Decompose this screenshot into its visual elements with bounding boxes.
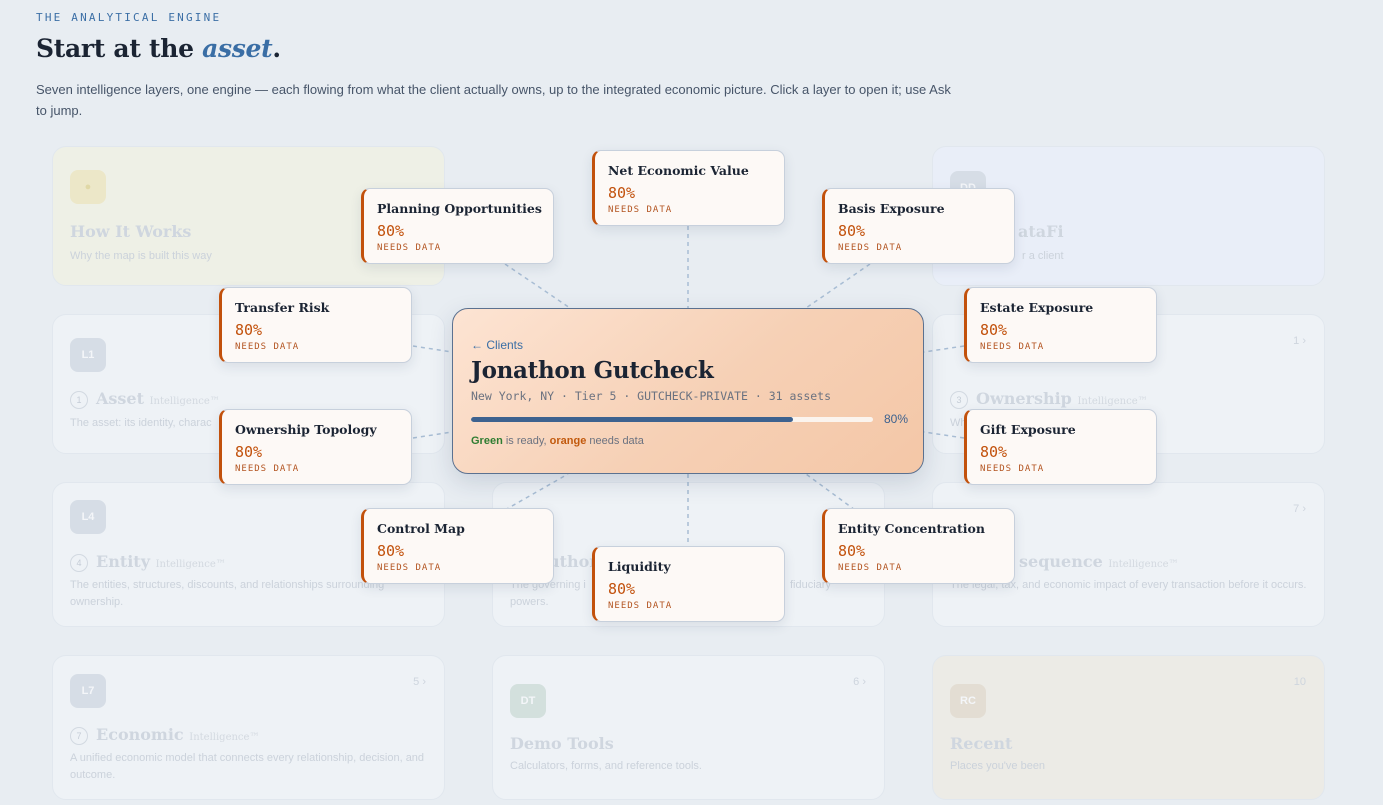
layer-percent: 80% [235,443,263,461]
layer-name: Transfer Risk [235,300,330,315]
connector-ownership-topology [412,431,453,439]
connector-planning-opportunities [504,263,571,309]
connector-basis-exposure [805,263,871,309]
layer-card-transfer-risk[interactable]: Transfer Risk 80% NEEDS DATA [219,287,412,363]
connector-control-map [504,473,569,511]
readiness-progress-fill [471,417,793,422]
layer-percent: 80% [980,443,1008,461]
layer-card-estate-exposure[interactable]: Estate Exposure 80% NEEDS DATA [964,287,1157,363]
layer-name: Net Economic Value [608,163,749,178]
readiness-progress-bar [471,417,873,422]
layer-card-gift-exposure[interactable]: Gift Exposure 80% NEEDS DATA [964,409,1157,485]
layer-status: NEEDS DATA [838,243,903,253]
layer-percent: 80% [608,184,636,202]
client-name: Jonathon Gutcheck [471,357,714,384]
layer-card-net-economic-value[interactable]: Net Economic Value 80% NEEDS DATA [592,150,785,226]
connector-estate-exposure [923,345,965,353]
layer-card-planning-opportunities[interactable]: Planning Opportunities 80% NEEDS DATA [361,188,554,264]
client-summary-card: ← Clients Jonathon Gutcheck New York, NY… [452,308,924,474]
layer-status: NEEDS DATA [608,601,673,611]
connector-transfer-risk [412,345,453,353]
layer-status: NEEDS DATA [235,464,300,474]
layer-percent: 80% [608,580,636,598]
layer-name: Liquidity [608,559,671,574]
layer-status: NEEDS DATA [377,563,442,573]
layer-status: NEEDS DATA [980,464,1045,474]
layer-name: Ownership Topology [235,422,377,437]
layer-card-control-map[interactable]: Control Map 80% NEEDS DATA [361,508,554,584]
layer-name: Gift Exposure [980,422,1076,437]
layer-card-entity-concentration[interactable]: Entity Concentration 80% NEEDS DATA [822,508,1015,584]
connector-entity-concentration [805,473,856,511]
layer-percent: 80% [838,542,866,560]
layer-name: Basis Exposure [838,201,945,216]
back-to-clients-link[interactable]: ← Clients [471,338,523,352]
layer-status: NEEDS DATA [980,342,1045,352]
layer-name: Control Map [377,521,465,536]
layer-percent: 80% [377,222,405,240]
connector-gift-exposure [923,431,965,439]
layer-percent: 80% [377,542,405,560]
layer-percent: 80% [838,222,866,240]
layer-card-ownership-topology[interactable]: Ownership Topology 80% NEEDS DATA [219,409,412,485]
layer-status: NEEDS DATA [838,563,903,573]
layer-status: NEEDS DATA [608,205,673,215]
layer-percent: 80% [980,321,1008,339]
readiness-percent: 80% [884,412,909,426]
layer-status: NEEDS DATA [235,342,300,352]
readiness-legend: Green is ready, orange needs data [471,435,644,447]
layer-name: Entity Concentration [838,521,985,536]
layer-percent: 80% [235,321,263,339]
layer-name: Estate Exposure [980,300,1094,315]
layer-card-basis-exposure[interactable]: Basis Exposure 80% NEEDS DATA [822,188,1015,264]
client-meta: New York, NY · Tier 5 · GUTCHECK-PRIVATE… [471,389,832,403]
layer-card-liquidity[interactable]: Liquidity 80% NEEDS DATA [592,546,785,622]
layer-name: Planning Opportunities [377,201,542,216]
layer-status: NEEDS DATA [377,243,442,253]
